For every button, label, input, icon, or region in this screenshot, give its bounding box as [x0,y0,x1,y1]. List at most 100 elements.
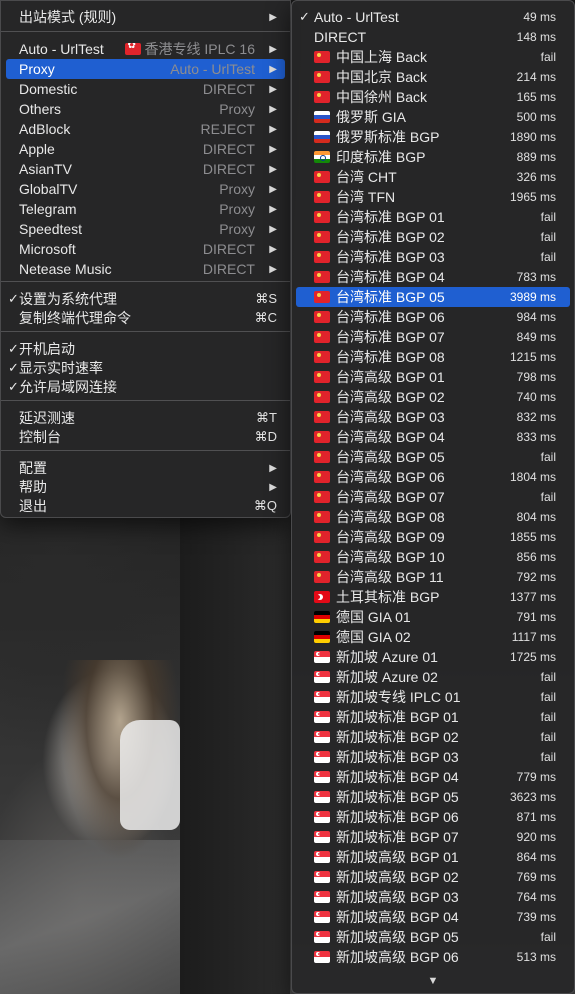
cn-flag-icon [314,211,330,223]
menu-item-21[interactable]: 帮助 ▶ [6,477,285,497]
menu-item-asiantv[interactable]: AsianTV DIRECT ▶ [6,159,285,179]
proxy-item[interactable]: 台湾标准 BGP 07 849 ms [296,327,570,347]
proxy-item[interactable]: 新加坡 Azure 02 fail [296,667,570,687]
cn-flag-icon [314,331,330,343]
proxy-item[interactable]: 德国 GIA 02 1117 ms [296,627,570,647]
menu-item-22[interactable]: 退出 ⌘Q [6,496,285,516]
proxy-item[interactable]: 新加坡高级 BGP 04 739 ms [296,907,570,927]
proxy-item[interactable]: 新加坡标准 BGP 03 fail [296,747,570,767]
proxy-item[interactable]: 台湾 CHT 326 ms [296,167,570,187]
menu-item-globaltv[interactable]: GlobalTV Proxy ▶ [6,179,285,199]
proxy-name: 台湾高级 BGP 11 [336,569,444,585]
menu-item-label: 显示实时速率 [19,360,103,376]
proxy-item[interactable]: 台湾高级 BGP 07 fail [296,487,570,507]
proxy-item[interactable]: 台湾标准 BGP 02 fail [296,227,570,247]
proxy-item[interactable]: 中国北京 Back 214 ms [296,67,570,87]
proxy-item[interactable]: 台湾标准 BGP 01 fail [296,207,570,227]
menu-item-proxy[interactable]: Proxy Auto - UrlTest ▶ [6,59,285,79]
proxy-item[interactable]: 中国上海 Back fail [296,47,570,67]
proxy-item[interactable]: 台湾标准 BGP 06 984 ms [296,307,570,327]
menu-item-14[interactable]: 复制终端代理命令 ⌘C [6,308,285,328]
menu-item-19[interactable]: 控制台 ⌘D [6,427,285,447]
proxy-item[interactable]: 台湾标准 BGP 03 fail [296,247,570,267]
proxy-item[interactable]: 新加坡高级 BGP 05 fail [296,927,570,947]
value-text: Proxy [219,181,255,197]
menu-item-13[interactable]: ✓ 设置为系统代理 ⌘S [6,289,285,309]
proxy-item[interactable]: 台湾高级 BGP 11 792 ms [296,567,570,587]
proxy-item[interactable]: 新加坡高级 BGP 06 513 ms [296,947,570,967]
proxy-name: 中国徐州 Back [336,89,428,105]
cn-flag-icon [314,91,330,103]
proxy-item[interactable]: 新加坡高级 BGP 01 864 ms [296,847,570,867]
proxy-item[interactable]: 台湾标准 BGP 08 1215 ms [296,347,570,367]
proxy-item[interactable]: 台湾标准 BGP 04 783 ms [296,267,570,287]
selected-proxy-value: Auto - UrlTest [170,61,255,77]
cn-flag-icon [314,391,330,403]
proxy-item[interactable]: 俄罗斯标准 BGP 1890 ms [296,127,570,147]
proxy-item[interactable]: 台湾高级 BGP 05 fail [296,447,570,467]
proxy-item[interactable]: 新加坡标准 BGP 07 920 ms [296,827,570,847]
proxy-item[interactable]: 新加坡高级 BGP 02 769 ms [296,867,570,887]
proxy-item[interactable]: 新加坡高级 BGP 03 764 ms [296,887,570,907]
proxy-item[interactable]: 新加坡标准 BGP 02 fail [296,727,570,747]
menu-separator [1,331,290,332]
proxy-item[interactable]: 新加坡专线 IPLC 01 fail [296,687,570,707]
menu-item-adblock[interactable]: AdBlock REJECT ▶ [6,119,285,139]
proxy-name: 土耳其标准 BGP [336,589,440,605]
menu-item-others[interactable]: Others Proxy ▶ [6,99,285,119]
proxy-item[interactable]: 土耳其标准 BGP 1377 ms [296,587,570,607]
latency-value: 833 ms [516,430,556,444]
menu-item-telegram[interactable]: Telegram Proxy ▶ [6,199,285,219]
menu-item-netease-music[interactable]: Netease Music DIRECT ▶ [6,259,285,279]
proxy-item[interactable]: 台湾高级 BGP 10 856 ms [296,547,570,567]
selected-proxy-value: Proxy [219,181,255,197]
proxy-item[interactable]: 印度标准 BGP 889 ms [296,147,570,167]
proxy-item[interactable]: 台湾高级 BGP 03 832 ms [296,407,570,427]
menu-item-speedtest[interactable]: Speedtest Proxy ▶ [6,219,285,239]
latency-value: 1855 ms [509,530,556,544]
proxy-item[interactable]: 新加坡 Azure 01 1725 ms [296,647,570,667]
proxy-name: 新加坡标准 BGP 07 [336,829,459,845]
proxy-item[interactable]: DIRECT 148 ms [296,27,570,47]
proxy-item[interactable]: 新加坡标准 BGP 04 779 ms [296,767,570,787]
menu-item-auto-urltest[interactable]: Auto - UrlTest 香港专线 IPLC 16 ▶ [6,39,285,59]
proxy-item[interactable]: 台湾高级 BGP 04 833 ms [296,427,570,447]
scroll-down-arrow-icon[interactable]: ▼ [292,975,574,987]
proxy-item[interactable]: 俄罗斯 GIA 500 ms [296,107,570,127]
proxy-item[interactable]: 台湾高级 BGP 08 804 ms [296,507,570,527]
proxy-name: 新加坡标准 BGP 06 [336,809,459,825]
menu-item-17[interactable]: ✓ 允许局域网连接 [6,377,285,397]
proxy-item[interactable]: ✓ Auto - UrlTest 49 ms [296,7,570,27]
menu-item-20[interactable]: 配置 ▶ [6,458,285,478]
proxy-name: 俄罗斯 GIA [336,109,407,125]
sg-flag-icon [314,891,330,903]
proxy-name: 新加坡高级 BGP 03 [336,889,459,905]
proxy-name: 台湾标准 BGP 02 [336,229,445,245]
proxy-item[interactable]: 新加坡标准 BGP 05 3623 ms [296,787,570,807]
proxy-item[interactable]: 台湾标准 BGP 05 3989 ms [296,287,570,307]
menu-item-domestic[interactable]: Domestic DIRECT ▶ [6,79,285,99]
menu-item-label: 配置 [19,460,47,476]
latency-value: 779 ms [516,770,556,784]
proxy-item[interactable]: 台湾 TFN 1965 ms [296,187,570,207]
proxy-item[interactable]: 新加坡标准 BGP 01 fail [296,707,570,727]
proxy-item[interactable]: 新加坡标准 BGP 06 871 ms [296,807,570,827]
proxy-item[interactable]: 台湾高级 BGP 09 1855 ms [296,527,570,547]
menu-item-16[interactable]: ✓ 显示实时速率 [6,358,285,378]
proxy-item[interactable]: 台湾高级 BGP 06 1804 ms [296,467,570,487]
proxy-item[interactable]: 台湾高级 BGP 01 798 ms [296,367,570,387]
menu-item-15[interactable]: ✓ 开机启动 [6,339,285,359]
menu-item-18[interactable]: 延迟测速 ⌘T [6,408,285,428]
proxy-item[interactable]: 中国徐州 Back 165 ms [296,87,570,107]
menu-item-apple[interactable]: Apple DIRECT ▶ [6,139,285,159]
cn-flag-icon [314,451,330,463]
keyboard-shortcut: ⌘T [256,410,277,425]
menu-item-microsoft[interactable]: Microsoft DIRECT ▶ [6,239,285,259]
proxy-item[interactable]: 台湾高级 BGP 02 740 ms [296,387,570,407]
cn-flag-icon [314,251,330,263]
menu-item-0[interactable]: 出站模式 (规则) ▶ [6,7,285,27]
sg-flag-icon [314,911,330,923]
sg-flag-icon [314,931,330,943]
selected-proxy-value: DIRECT [203,161,255,177]
proxy-item[interactable]: 德国 GIA 01 791 ms [296,607,570,627]
